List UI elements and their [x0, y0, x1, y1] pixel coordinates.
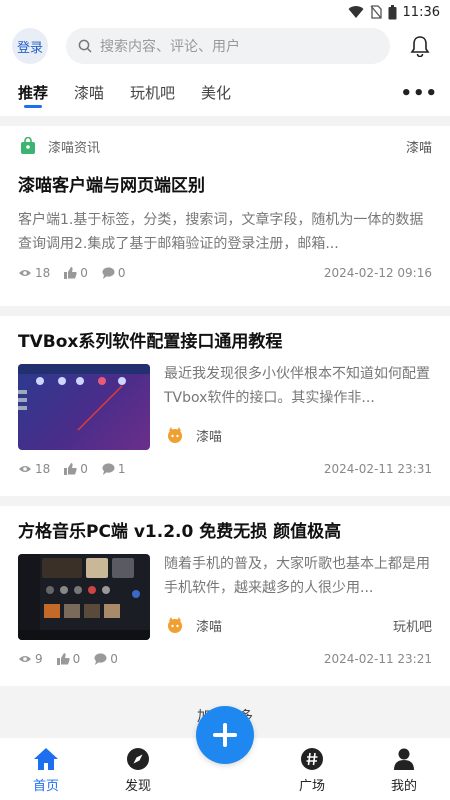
more-tabs-button[interactable]: ••• [400, 83, 438, 104]
bell-icon [410, 36, 430, 57]
author-name[interactable]: 漆喵 [196, 616, 222, 635]
search-input[interactable]: 搜索内容、评论、用户 [66, 28, 390, 64]
author-name[interactable]: 漆喵 [196, 426, 222, 445]
hashtag-icon [301, 748, 323, 770]
category-tabs: 推荐 漆喵 玩机吧 美化 ••• [0, 68, 450, 116]
comments-stat[interactable]: 1 [102, 462, 126, 476]
post-excerpt: 最近我发现很多小伙伴根本不知道如何配置TVbox软件的接口。其实操作非... [164, 366, 430, 406]
home-icon [34, 748, 58, 770]
battery-icon [388, 4, 397, 19]
status-bar: 11:36 [0, 0, 450, 24]
comments-stat[interactable]: 0 [94, 652, 118, 666]
search-icon [78, 39, 92, 53]
eye-icon [19, 270, 31, 276]
user-icon [394, 748, 414, 770]
post-author[interactable]: 漆喵 [164, 424, 432, 446]
nav-discover-label: 发现 [124, 779, 151, 794]
post-source-row: 漆喵资讯 漆喵 [18, 126, 432, 166]
post-date: 2024-02-11 23:21 [323, 652, 432, 666]
thumbs-up-icon [56, 653, 70, 665]
post-source-tag[interactable]: 漆喵 [406, 137, 432, 156]
tab-meihua[interactable]: 美化 [201, 68, 231, 116]
post-date: 2024-02-12 09:16 [323, 266, 432, 280]
comment-icon [102, 463, 115, 475]
nav-discover[interactable]: 发现 [103, 747, 173, 794]
tab-wanjiba[interactable]: 玩机吧 [130, 68, 175, 116]
search-placeholder: 搜索内容、评论、用户 [100, 39, 240, 55]
post-date: 2024-02-11 23:31 [323, 462, 432, 476]
avatar [164, 424, 186, 446]
views-count: 18 [35, 266, 51, 280]
comments-count: 0 [117, 266, 126, 280]
compass-icon [127, 748, 149, 770]
views-count: 18 [35, 462, 51, 476]
no-sim-icon [370, 5, 382, 19]
likes-stat[interactable]: 0 [64, 266, 88, 280]
wifi-icon [348, 6, 364, 19]
login-button[interactable]: 登录 [12, 28, 48, 64]
plus-icon [213, 723, 237, 747]
tab-qimiao[interactable]: 漆喵 [74, 68, 104, 116]
notification-button[interactable] [408, 34, 432, 58]
post-author[interactable]: 漆喵 玩机吧 [164, 614, 432, 636]
nav-profile-label: 我的 [390, 779, 417, 794]
avatar [164, 614, 186, 636]
post-tag[interactable]: 玩机吧 [393, 616, 432, 635]
post-card[interactable]: 漆喵资讯 漆喵 漆喵客户端与网页端区别 客户端1.基于标签，分类，搜索词，文章字… [0, 126, 450, 306]
views-stat: 9 [18, 652, 43, 666]
likes-stat[interactable]: 0 [56, 652, 81, 666]
post-meta: 18 0 0 2024-02-12 09:16 [18, 262, 432, 284]
post-excerpt: 客户端1.基于标签，分类，搜索词，文章字段，随机为一体的数据查询调用2.集成了基… [18, 212, 424, 252]
likes-stat[interactable]: 0 [64, 462, 88, 476]
top-header: 登录 搜索内容、评论、用户 [0, 24, 450, 68]
post-source-name[interactable]: 漆喵资讯 [48, 137, 100, 156]
views-stat: 18 [18, 266, 50, 280]
post-title[interactable]: 漆喵客户端与网页端区别 [18, 166, 432, 198]
post-feed: 漆喵资讯 漆喵 漆喵客户端与网页端区别 客户端1.基于标签，分类，搜索词，文章字… [0, 126, 450, 696]
likes-count: 0 [80, 266, 88, 280]
post-thumbnail[interactable] [18, 364, 150, 450]
status-time: 11:36 [402, 4, 440, 20]
views-count: 9 [35, 652, 43, 666]
post-meta: 18 0 1 2024-02-11 23:31 [18, 458, 432, 480]
nav-square[interactable]: 广场 [277, 747, 347, 794]
post-card[interactable]: TVBox系列软件配置接口通用教程 最近我发现很多小伙伴根本不知道如何配置TVb… [0, 316, 450, 496]
eye-icon [19, 656, 31, 662]
post-thumbnail[interactable] [18, 554, 150, 640]
comments-count: 0 [110, 652, 118, 666]
nav-home[interactable]: 首页 [11, 747, 81, 794]
post-excerpt: 随着手机的普及，大家听歌也基本上都是用手机软件，越来越多的人很少用... [164, 556, 430, 596]
comment-icon [94, 653, 107, 665]
post-card[interactable]: 方格音乐PC端 v1.2.0 免费无损 颜值极高 随着手机的普及，大家听歌也基本… [0, 506, 450, 686]
post-body: 随着手机的普及，大家听歌也基本上都是用手机软件，越来越多的人很少用... 漆喵 … [18, 554, 432, 640]
nav-profile[interactable]: 我的 [369, 747, 439, 794]
bag-icon [18, 136, 38, 156]
tab-recommend[interactable]: 推荐 [18, 68, 48, 116]
post-title[interactable]: TVBox系列软件配置接口通用教程 [18, 316, 432, 354]
post-title[interactable]: 方格音乐PC端 v1.2.0 免费无损 颜值极高 [18, 506, 432, 544]
thumbs-up-icon [64, 267, 77, 279]
comment-icon [102, 267, 115, 279]
comments-count: 1 [117, 462, 126, 476]
comments-stat[interactable]: 0 [102, 266, 126, 280]
likes-count: 0 [72, 652, 81, 666]
likes-count: 0 [80, 462, 88, 476]
create-post-button[interactable] [196, 706, 254, 764]
post-body: 最近我发现很多小伙伴根本不知道如何配置TVbox软件的接口。其实操作非... 漆… [18, 364, 432, 450]
thumbs-up-icon [64, 463, 77, 475]
nav-square-label: 广场 [298, 779, 325, 794]
post-meta: 9 0 0 2024-02-11 23:21 [18, 648, 432, 670]
eye-icon [19, 466, 31, 472]
nav-home-label: 首页 [32, 779, 59, 794]
views-stat: 18 [18, 462, 50, 476]
